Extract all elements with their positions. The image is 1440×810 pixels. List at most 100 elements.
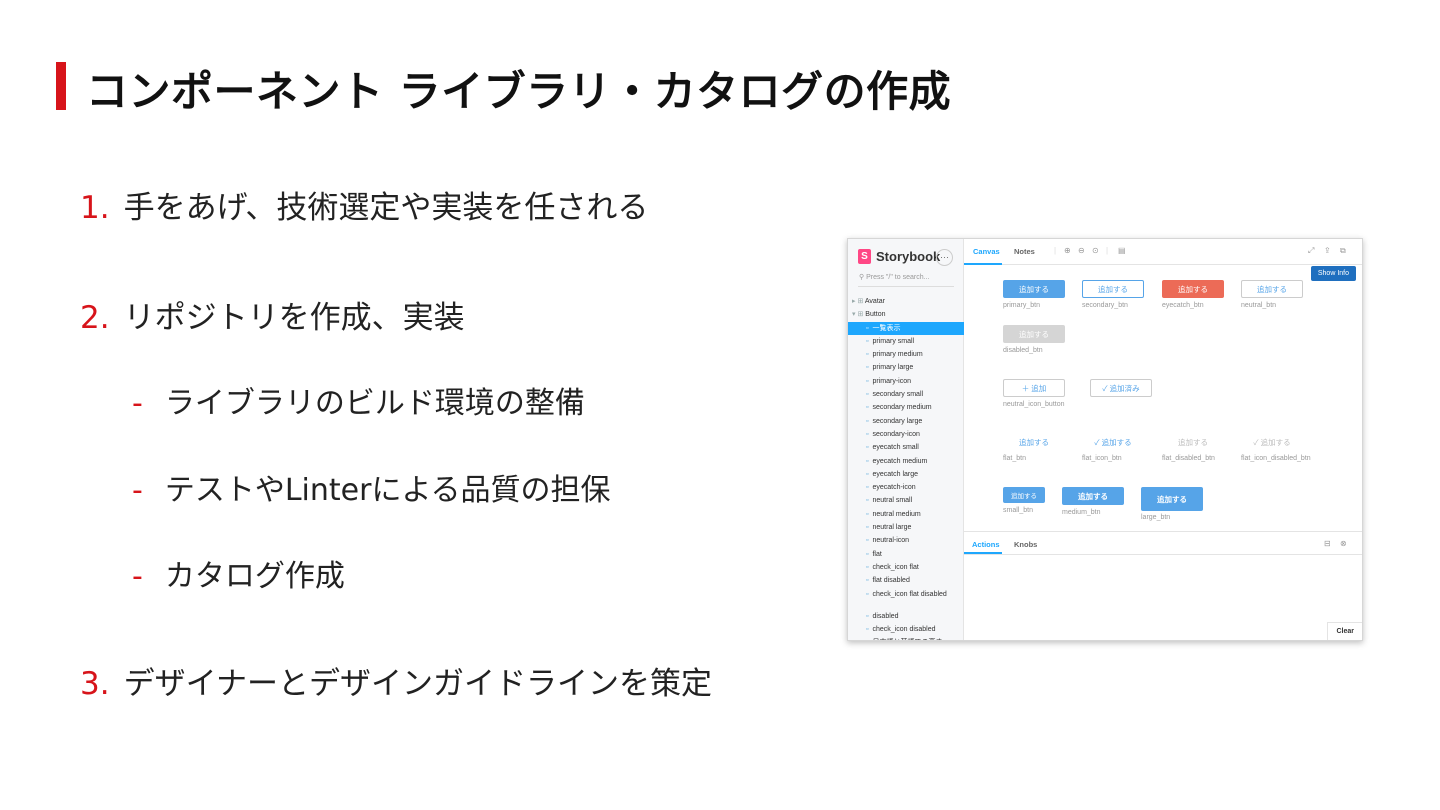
neutral-icon-button[interactable]: ＋ 追加 <box>1003 379 1065 397</box>
fullscreen-icon[interactable]: ⤢ <box>1308 246 1314 256</box>
story-icon: ▫ <box>866 484 869 492</box>
story-icon: ▫ <box>866 550 869 558</box>
story-icon: ▫ <box>866 404 869 412</box>
story-icon: ▫ <box>866 590 869 598</box>
tree-item-label: 一覧表示 <box>872 324 901 332</box>
folder-icon: ▸ ⊞ <box>852 298 865 305</box>
tab-knobs[interactable]: Knobs <box>1014 540 1037 549</box>
tab-canvas[interactable]: Canvas <box>973 247 1000 256</box>
tree-group[interactable]: ▸ ⊞ Avatar <box>848 295 964 308</box>
tree-story-item[interactable]: ▫ check_icon flat <box>848 561 964 574</box>
zoom-in-icon[interactable]: ⊕ <box>1064 246 1071 255</box>
storybook-sidebar: S Storybook ··· ⚲ Press "/" to search...… <box>848 239 964 640</box>
grid-icon[interactable]: ▤ <box>1118 246 1126 255</box>
share-icon[interactable]: ⇪ <box>1324 246 1331 255</box>
neutral-button[interactable]: 追加する <box>1241 280 1303 298</box>
tree-item-label: primary small <box>872 337 915 345</box>
tree-story-item[interactable]: ▫ neutral small <box>848 494 964 507</box>
tree-item-label: neutral-icon <box>872 537 910 545</box>
caption-neutral-icon: neutral_icon_button <box>1003 401 1065 408</box>
tree-story-item[interactable]: ▫ secondary large <box>848 415 964 428</box>
tree-story-item[interactable]: ▫ eyecatch small <box>848 441 964 454</box>
tree-story-item[interactable]: ▫ primary-icon <box>848 375 964 388</box>
tree-story-item[interactable]: ▫ flat disabled <box>848 574 964 587</box>
toolbar-divider: | <box>1106 246 1109 255</box>
tree-item-label: Button <box>865 311 886 319</box>
tree-item-label: flat <box>872 550 882 558</box>
tree-item-label: neutral small <box>872 497 913 505</box>
tree-story-item[interactable]: ▫ eyecatch large <box>848 468 964 481</box>
tree-story-item[interactable]: ▫ primary small <box>848 335 964 348</box>
tree-item-label: primary large <box>872 364 914 372</box>
story-tree: ▸ ⊞ Avatar ▾ ⊞ Button ▫ 一覧表示 ▫ primary small ▫… <box>848 295 964 640</box>
tab-actions[interactable]: Actions <box>972 540 1000 549</box>
story-icon: ▫ <box>866 470 869 478</box>
slide-title: コンポーネント ライブラリ・カタログの作成 <box>86 67 952 116</box>
sub-item-3: - カタログ作成 <box>132 551 345 595</box>
caption-flat-disabled: flat_disabled_btn <box>1162 455 1215 462</box>
tree-story-item[interactable]: ▫ secondary small <box>848 388 964 401</box>
tree-story-item[interactable]: ▫ check_icon flat disabled <box>848 588 964 610</box>
tree-group[interactable]: ▾ ⊞ Button <box>848 308 964 321</box>
zoom-out-icon[interactable]: ⊖ <box>1078 246 1085 255</box>
tree-story-item[interactable]: ▫ neutral large <box>848 521 964 534</box>
caption-neutral: neutral_btn <box>1241 302 1277 309</box>
storybook-logo[interactable]: S Storybook <box>858 249 940 264</box>
medium-button[interactable]: 追加する <box>1062 487 1124 505</box>
story-icon: ▫ <box>866 391 869 399</box>
tree-item-label: eyecatch-icon <box>872 484 916 492</box>
flat-icon-button[interactable]: ✓ 追加する <box>1082 433 1144 451</box>
list-text: リポジトリを作成、実装 <box>123 300 465 336</box>
copy-icon[interactable]: ⧉ <box>1340 246 1346 256</box>
tree-story-item[interactable]: ▫ 一覧表示 <box>848 321 964 335</box>
eyecatch-button[interactable]: 追加する <box>1162 280 1224 298</box>
caption-flat: flat_btn <box>1003 455 1026 462</box>
story-icon: ▫ <box>866 337 869 345</box>
tab-notes[interactable]: Notes <box>1014 247 1035 256</box>
tree-item-label: primary-icon <box>872 377 911 385</box>
toolbar-divider: | <box>1054 246 1057 255</box>
tree-story-item[interactable]: ▫ primary large <box>848 361 964 374</box>
large-button[interactable]: 追加する <box>1141 487 1203 511</box>
primary-button[interactable]: 追加する <box>1003 280 1065 298</box>
story-icon: ▫ <box>866 577 869 585</box>
search-input[interactable]: ⚲ Press "/" to search... <box>858 273 954 287</box>
story-icon: ▫ <box>866 639 868 640</box>
tree-item-label: primary medium <box>872 351 923 359</box>
tree-item-label: check_icon flat disabled <box>872 590 947 598</box>
added-button[interactable]: ✓ 追加済み <box>1090 379 1152 397</box>
ellipsis-icon[interactable]: ··· <box>936 249 953 266</box>
story-icon: ▫ <box>866 377 869 385</box>
show-info-button[interactable]: Show Info <box>1310 266 1356 281</box>
tree-story-item[interactable]: ▫ eyecatch-icon <box>848 481 964 494</box>
small-button[interactable]: 追加する <box>1003 487 1045 503</box>
sub-text: ライブラリのビルド環境の整備 <box>164 386 585 421</box>
tree-item-label: check_icon disabled <box>872 625 936 633</box>
title-accent-bar <box>56 62 66 110</box>
tree-story-item[interactable]: ▫ secondary medium <box>848 401 964 414</box>
close-icon[interactable]: ⊗ <box>1340 539 1347 548</box>
tree-story-item[interactable]: ▫ secondary-icon <box>848 428 964 441</box>
tree-story-item[interactable]: ▫ neutral medium <box>848 508 964 521</box>
tree-item-label: 日本語と英語での高さ <box>872 639 942 640</box>
tree-story-item[interactable]: ▫ primary medium <box>848 348 964 361</box>
clear-button[interactable]: Clear <box>1327 622 1362 640</box>
tree-item-label: secondary small <box>872 391 924 399</box>
tree-item-label: check_icon flat <box>872 563 919 571</box>
zoom-reset-icon[interactable]: ⊙ <box>1092 246 1099 255</box>
story-icon: ▫ <box>866 417 869 425</box>
caption-disabled: disabled_btn <box>1003 347 1043 354</box>
tree-story-item[interactable]: ▫ neutral-icon <box>848 534 964 547</box>
tree-story-item[interactable]: ▫ flat <box>848 548 964 561</box>
secondary-button[interactable]: 追加する <box>1082 280 1144 298</box>
tree-item-label: neutral large <box>872 524 912 532</box>
story-icon: ▫ <box>866 457 869 465</box>
panel-divider <box>964 554 1362 555</box>
tree-story-item[interactable]: ▫ eyecatch medium <box>848 455 964 468</box>
tree-story-item[interactable]: ▫ 日本語と英語での高さ <box>848 636 964 640</box>
tree-story-item[interactable]: ▫ disabled <box>848 610 964 623</box>
tree-item-label: neutral medium <box>872 510 921 518</box>
panel-toggle-icon[interactable]: ⊟ <box>1324 539 1331 548</box>
tree-story-item[interactable]: ▫ check_icon disabled <box>848 623 964 636</box>
flat-button[interactable]: 追加する <box>1003 433 1065 451</box>
